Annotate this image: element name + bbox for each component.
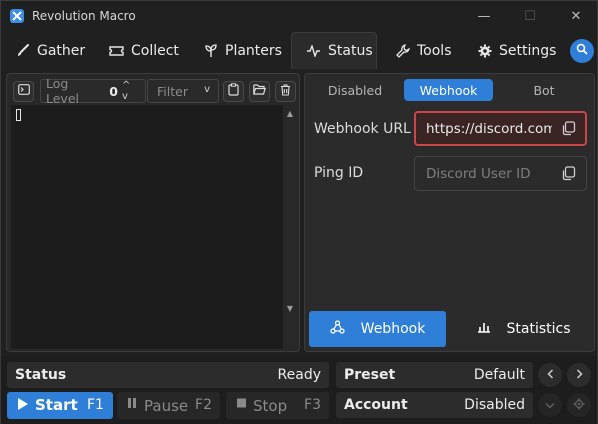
trash-icon (280, 83, 291, 100)
stop-label: Stop (253, 397, 288, 415)
play-icon (17, 397, 29, 415)
webhook-icon (330, 320, 345, 338)
log-level-value: 0 (109, 83, 118, 99)
scroll-up-arrow[interactable]: ▲ (284, 107, 296, 119)
console-panel: Log Level 0 ^ v Filter v ▲ ▼ (6, 73, 300, 352)
sprout-icon (203, 43, 218, 58)
webhook-button-label: Webhook (360, 321, 426, 337)
ping-id-label: Ping ID (314, 165, 364, 181)
account-dropdown-button[interactable] (538, 393, 562, 417)
copy-icon[interactable] (561, 166, 576, 181)
pause-label: Pause (144, 397, 189, 415)
app-logo-icon (10, 9, 24, 23)
folder-open-icon (253, 84, 267, 99)
tab-collect[interactable]: Collect (95, 32, 187, 69)
log-output[interactable] (11, 105, 283, 349)
tab-settings[interactable]: Settings (463, 32, 563, 69)
wrench-icon (395, 43, 410, 58)
start-hotkey: F1 (87, 397, 104, 413)
app-window: Revolution Macro — ☐ ✕ Gather Collect Pl… (0, 0, 598, 424)
tab-gather-label: Gather (37, 42, 86, 59)
tab-settings-label: Settings (499, 42, 557, 59)
log-level-select[interactable]: Log Level 0 ^ v (40, 76, 146, 106)
clear-log-button[interactable] (275, 81, 296, 102)
tab-status-label: Status (328, 43, 373, 59)
status-label: Status (15, 367, 67, 383)
tab-bar: Gather Collect Planters Status Tools Set… (1, 32, 597, 69)
window-title: Revolution Macro (32, 9, 136, 23)
text-caret (16, 109, 21, 121)
chevron-down-icon: v (204, 84, 210, 95)
tab-tools[interactable]: Tools (381, 32, 461, 69)
webhook-url-value: https://discord.com/api/webhooks/ (426, 120, 552, 137)
copy-icon[interactable] (561, 121, 576, 136)
tab-gather[interactable]: Gather (1, 32, 93, 69)
terminal-icon (17, 84, 30, 99)
bottom-bar: Status Ready Preset Default Start F1 Pau… (1, 356, 597, 424)
stop-button[interactable]: Stop F3 (226, 392, 329, 419)
filter-select[interactable]: Filter v (147, 79, 219, 103)
scroll-down-arrow[interactable]: ▼ (284, 302, 296, 314)
minimize-button[interactable]: — (461, 1, 507, 32)
pause-button[interactable]: Pause F2 (117, 392, 220, 419)
clipboard-icon (228, 83, 239, 100)
webhook-url-input[interactable]: https://discord.com/api/webhooks/ (414, 111, 587, 146)
title-bar: Revolution Macro — ☐ ✕ (1, 1, 597, 32)
webhook-button[interactable]: Webhook (309, 311, 446, 347)
preset-row[interactable]: Preset Default (336, 362, 533, 388)
account-settings-button[interactable] (567, 393, 591, 417)
chevron-down-icon (545, 399, 555, 412)
preset-label: Preset (344, 367, 396, 383)
stop-hotkey: F3 (304, 397, 321, 413)
account-label: Account (344, 397, 408, 413)
status-row: Status Ready (7, 362, 329, 388)
chevron-right-icon (576, 368, 583, 382)
account-value: Disabled (464, 397, 525, 413)
brush-icon (15, 43, 30, 58)
stop-icon (236, 397, 247, 412)
tab-collect-label: Collect (131, 42, 179, 59)
tab-tools-label: Tools (417, 42, 452, 59)
chevron-left-icon (546, 368, 554, 382)
maximize-button[interactable]: ☐ (507, 1, 553, 32)
tab-planters-label: Planters (225, 42, 282, 59)
statistics-button[interactable]: Statistics (455, 311, 592, 347)
ping-id-input[interactable]: Discord User ID (414, 156, 587, 191)
ticket-icon (109, 43, 124, 58)
statistics-button-label: Statistics (506, 321, 571, 337)
terminal-button[interactable] (13, 81, 34, 102)
search-icon (576, 43, 588, 59)
gear-icon (573, 397, 585, 413)
pulse-icon (306, 44, 321, 59)
preset-value: Default (473, 367, 525, 383)
mode-disabled[interactable]: Disabled (311, 79, 399, 101)
pause-icon (127, 397, 137, 412)
log-level-label: Log Level (46, 76, 79, 106)
start-label: Start (35, 396, 78, 414)
webhook-url-label: Webhook URL (314, 121, 411, 137)
open-folder-button[interactable] (249, 81, 270, 102)
pause-hotkey: F2 (195, 397, 212, 413)
account-row[interactable]: Account Disabled (336, 392, 533, 418)
webhook-panel: Disabled Webhook Bot Webhook URL https:/… (304, 73, 595, 352)
tab-status[interactable]: Status (291, 32, 377, 69)
close-button[interactable]: ✕ (553, 1, 598, 32)
search-button[interactable] (570, 39, 594, 63)
mode-bot[interactable]: Bot (500, 79, 588, 101)
ping-id-placeholder: Discord User ID (426, 165, 531, 182)
gear-icon (477, 43, 492, 58)
status-value: Ready (277, 367, 321, 383)
filter-label: Filter (157, 83, 188, 99)
bar-chart-icon (477, 321, 491, 337)
mode-webhook[interactable]: Webhook (404, 79, 493, 101)
preset-prev-button[interactable] (538, 363, 562, 387)
copy-log-button[interactable] (223, 81, 244, 102)
preset-next-button[interactable] (567, 363, 591, 387)
start-button[interactable]: Start F1 (7, 392, 113, 419)
log-level-stepper-icon[interactable]: ^ v (122, 80, 145, 102)
tab-planters[interactable]: Planters (189, 32, 289, 69)
